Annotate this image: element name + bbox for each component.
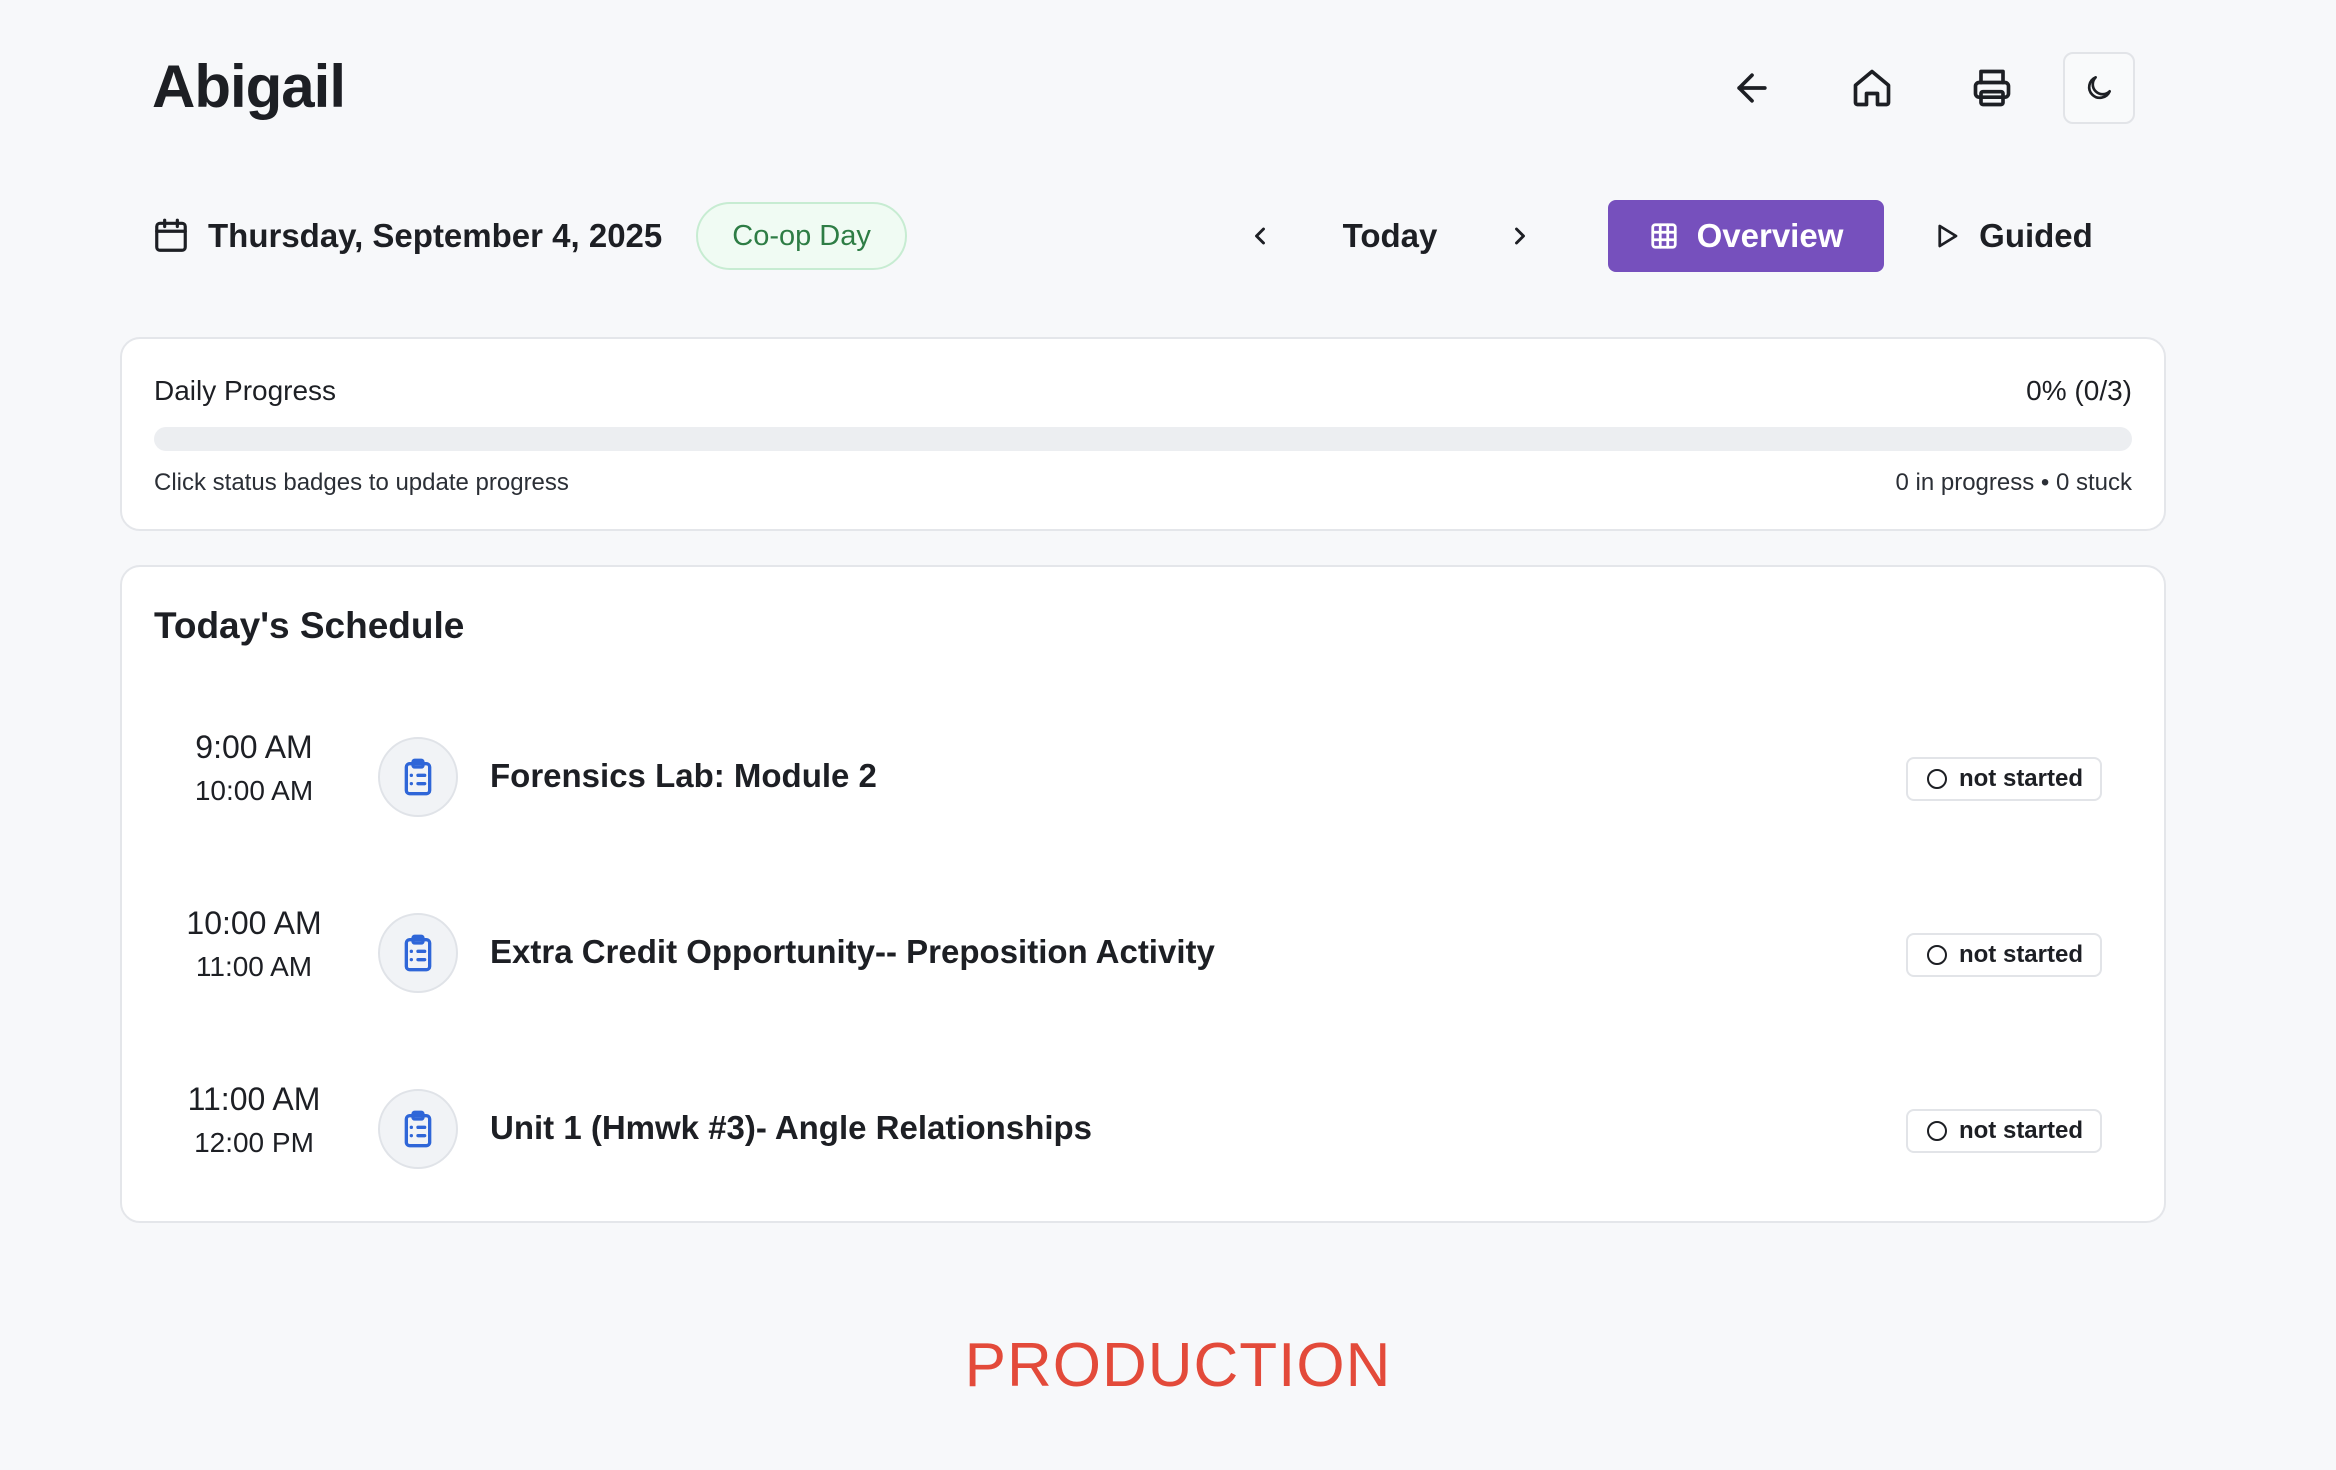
chevron-right-icon (1515, 227, 1525, 245)
calendar-icon (155, 218, 187, 252)
chevron-left-icon (1255, 227, 1265, 245)
printer-icon (1973, 69, 2011, 107)
overview-tab-button[interactable]: Overview (1608, 200, 1884, 272)
page: Abigail Thursday, September 4, 2025 Co-o… (0, 0, 2336, 1470)
time-range: 10:00 AM 11:00 AM (162, 901, 346, 989)
schedule-item[interactable]: 10:00 AM 11:00 AM Extra Credit Opportuni… (122, 901, 2164, 1001)
arrow-left-icon (1737, 73, 1767, 103)
task-title[interactable]: Forensics Lab: Module 2 (490, 757, 877, 795)
clipboard-list-icon (404, 934, 432, 972)
home-icon (1853, 69, 1891, 107)
progress-hint: Click status badges to update progress (154, 469, 569, 496)
start-time: 9:00 AM (195, 729, 313, 765)
theme-toggle-button[interactable] (2063, 52, 2135, 124)
task-title[interactable]: Extra Credit Opportunity-- Preposition A… (490, 933, 1215, 971)
time-range: 11:00 AM 12:00 PM (162, 1077, 346, 1165)
next-day-button[interactable] (1492, 206, 1548, 266)
status-label: not started (1958, 765, 2083, 792)
task-title[interactable]: Unit 1 (Hmwk #3)- Angle Relationships (490, 1109, 1092, 1147)
status-label: not started (1958, 941, 2083, 968)
date-bar: Thursday, September 4, 2025 Co-op Day (152, 200, 907, 272)
end-time: 12:00 PM (194, 1127, 314, 1158)
task-icon-circle (378, 737, 458, 817)
status-label: not started (1958, 1117, 2083, 1144)
schedule-title: Today's Schedule (154, 605, 465, 646)
progress-stats: 0 in progress • 0 stuck (1895, 469, 2132, 496)
guided-label: Guided (1979, 217, 2093, 254)
daily-progress-card: Daily Progress 0% (0/3) Click status bad… (120, 337, 2166, 531)
previous-day-button[interactable] (1232, 206, 1288, 266)
page-title: Abigail (152, 53, 346, 120)
current-date: Thursday, September 4, 2025 (208, 217, 663, 254)
schedule-item[interactable]: 9:00 AM 10:00 AM Forensics Lab: Module 2… (122, 725, 2164, 825)
schedule-item[interactable]: 11:00 AM 12:00 PM Unit 1 (Hmwk #3)- Angl… (122, 1077, 2164, 1177)
moon-icon (2087, 76, 2111, 100)
home-button[interactable] (1836, 52, 1908, 124)
task-icon-circle (378, 1089, 458, 1169)
grid-icon (1650, 223, 1677, 249)
end-time: 11:00 AM (195, 951, 313, 982)
play-icon (1938, 224, 1958, 248)
circle-icon (1926, 1121, 1947, 1141)
status-badge[interactable]: not started (1906, 1109, 2102, 1153)
start-time: 10:00 AM (186, 905, 322, 941)
status-badge[interactable]: not started (1906, 933, 2102, 977)
clipboard-list-icon (404, 1110, 432, 1148)
task-icon-circle (378, 913, 458, 993)
environment-label: PRODUCTION (964, 1331, 1392, 1400)
day-type-badge: Co-op Day (696, 202, 907, 270)
circle-icon (1926, 945, 1947, 965)
status-badge[interactable]: not started (1906, 757, 2102, 801)
clipboard-list-icon (404, 758, 432, 796)
progress-bar (154, 427, 2132, 451)
today-button[interactable]: Today (1320, 206, 1460, 266)
progress-label: Daily Progress (154, 375, 337, 406)
overview-label: Overview (1696, 217, 1844, 254)
back-button[interactable] (1716, 52, 1788, 124)
progress-value: 0% (0/3) (2026, 375, 2132, 406)
circle-icon (1926, 769, 1947, 789)
schedule-card: Today's Schedule 9:00 AM 10:00 AM Forens… (120, 565, 2166, 1223)
time-range: 9:00 AM 10:00 AM (162, 725, 346, 813)
print-button[interactable] (1956, 52, 2028, 124)
start-time: 11:00 AM (187, 1081, 321, 1117)
guided-tab-button[interactable]: Guided (1912, 200, 2112, 272)
end-time: 10:00 AM (194, 775, 314, 806)
